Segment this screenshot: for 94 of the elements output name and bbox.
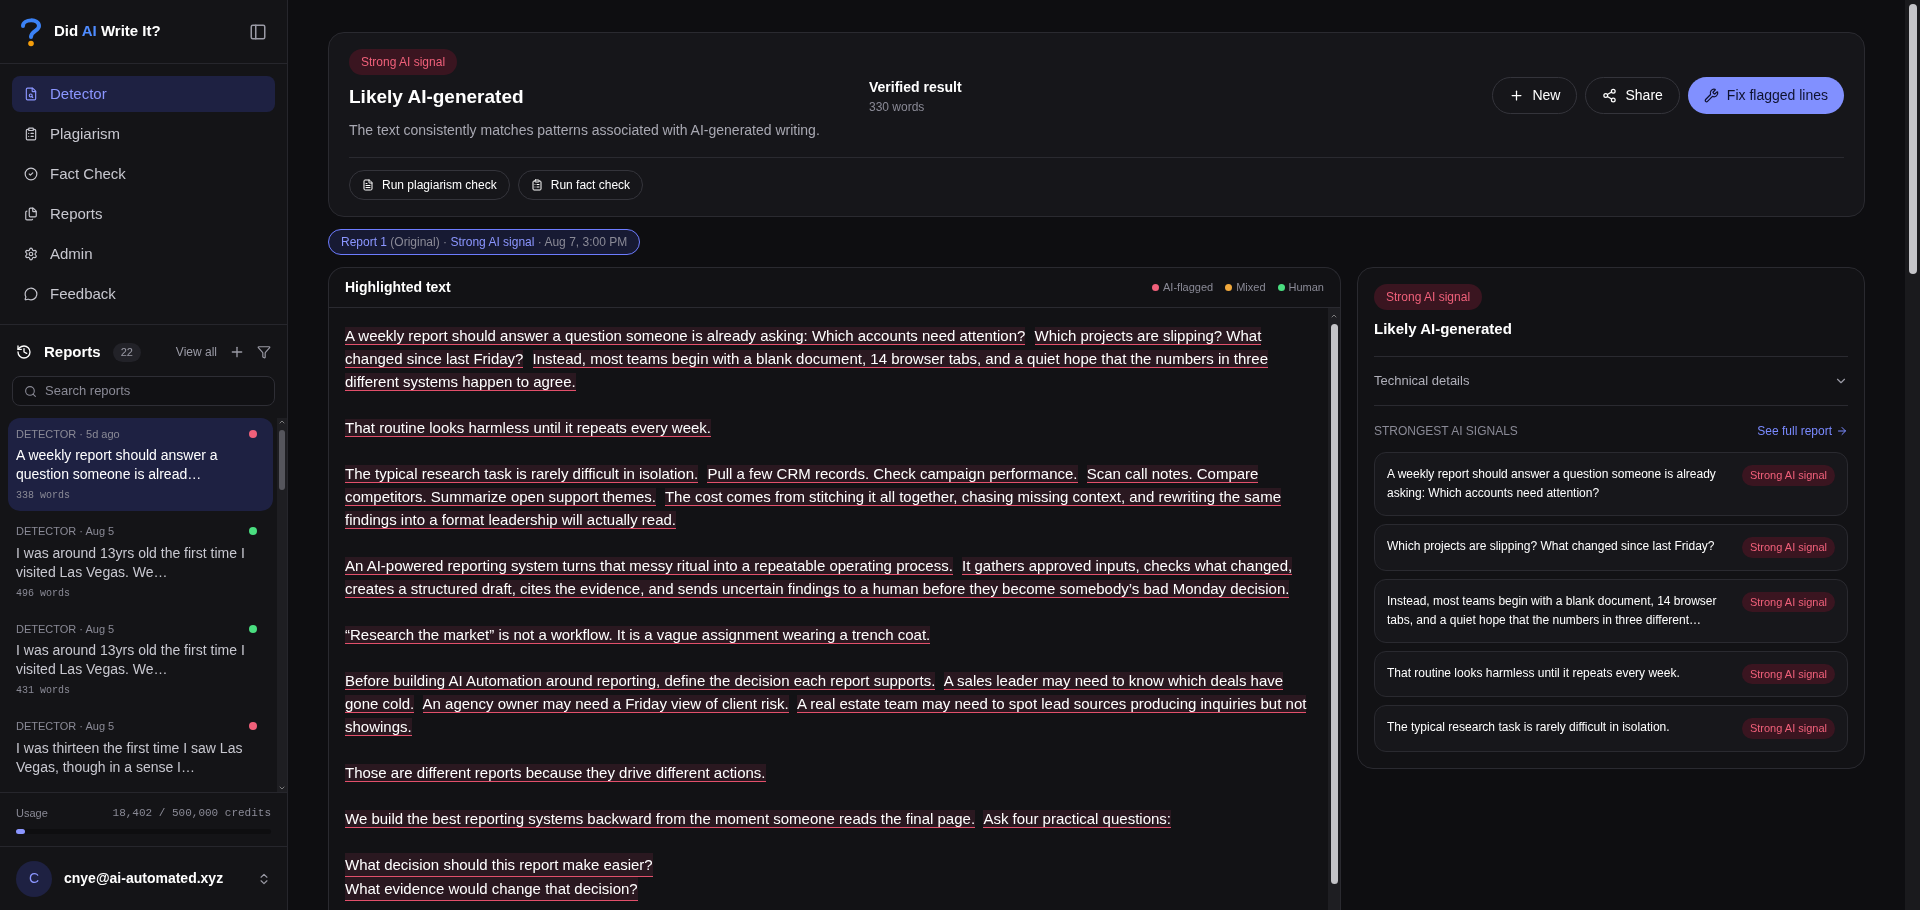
signal-text: The typical research task is rarely difficult in isolation.	[1387, 719, 1671, 736]
report-list-item[interactable]: DETECTOR · Aug 5 I was thirteen the first time I saw Las Vegas, though in a sense I…	[8, 710, 273, 785]
signal-text: Which projects are slipping? What changed since last Friday?	[1387, 538, 1716, 555]
highlighted-paragraph: An AI-powered reporting system turns that messy ritual into a repeatable operating process. It gathers approved inputs, checks what changed, creates a structured draft, cites the evidence, and sends uncertain findings to a human before they become somebody’s bad Monday decision.	[345, 555, 1294, 600]
signal-card[interactable]: Instead, most teams begin with a blank document, 14 browser tabs, and a quiet hope that the numbers in three different… Strong AI signal	[1374, 578, 1848, 643]
verified-label: Verified result	[869, 78, 962, 97]
files-icon	[24, 207, 38, 221]
highlighted-paragraph: Those are different reports because they drive different actions.	[345, 762, 767, 784]
word-count: 338 words	[16, 489, 71, 503]
signal-card[interactable]: A weekly report should answer a question someone is already asking: Which accounts need attention? Strong AI signal	[1374, 452, 1848, 516]
chat-bubble-icon	[24, 287, 38, 301]
see-full-report-link[interactable]: See full report	[1757, 422, 1848, 440]
highlighted-paragraph: Before building AI Automation around reporting, define the decision each report supports. A sales leader may need to know which deals have gone cold. An agency owner may need a Friday view of client risk. A real estate team may need to spot lead sources producing inquiries but not showings.	[345, 670, 1308, 738]
result-description: The text consistently matches patterns associated with AI-generated writing.	[349, 120, 821, 140]
arrow-right-icon	[1836, 425, 1848, 437]
result-title: Likely AI-generated	[349, 85, 525, 109]
check-circle-icon	[24, 167, 38, 181]
nav-item[interactable]: Plagiarism	[12, 116, 275, 152]
signal-text: That routine looks harmless until it repeats every week.	[1387, 664, 1681, 682]
signal-badge: Strong AI signal	[1741, 537, 1835, 558]
filter-icon[interactable]	[257, 345, 271, 360]
signal-text: A weekly report should answer a question someone is already asking: Which accounts need attention?	[1387, 466, 1717, 502]
highlighted-paragraph: That routine looks harmless until it repeats every week.	[345, 417, 712, 439]
action-button[interactable]: Fix flagged lines	[1687, 77, 1844, 114]
highlighted-paragraph: We build the best reporting systems backward from the moment someone reads the final page. Ask four practical questions:	[345, 808, 1172, 830]
page-scrollbar[interactable]	[1905, 0, 1920, 910]
technical-details-toggle[interactable]: Technical details	[1374, 357, 1848, 405]
signal-badge: Strong AI signal	[1741, 663, 1835, 684]
user-email: cnye@ai-automated.xyz	[64, 869, 225, 888]
report-excerpt: A weekly report should answer a question someone is alread…	[16, 446, 219, 484]
plus-icon	[1509, 88, 1525, 103]
scrollbar[interactable]	[277, 417, 287, 792]
highlighted-paragraph: The typical research task is rarely difficult in isolation. Pull a few CRM records. Check campaign performance. Scan call notes. Compare competitors. Summarize open support themes. The cost comes from stitching it all together, chasing missing context, and rewriting the same findings into a format leadership will actually read.	[345, 463, 1283, 531]
history-icon	[16, 344, 32, 361]
sidebar-toggle-icon[interactable]	[249, 22, 267, 41]
report-excerpt: I was around 13yrs old the first time I visited Las Vegas. We…	[16, 641, 246, 679]
avatar: C	[16, 860, 52, 897]
highlighted-paragraph: A weekly report should answer a question someone is already asking: Which accounts need attention? Which projects are slipping? What changed since last Friday? Instead, most teams begin with a blank document, 14 browser tabs, and a quiet hope that the numbers in three different systems happen to agree.	[345, 325, 1270, 393]
word-count: 330 words	[869, 99, 926, 116]
scrollbar[interactable]	[1328, 307, 1340, 910]
legend-label: AI-flagged	[1163, 279, 1214, 295]
document-icon	[362, 178, 374, 191]
report-list-item[interactable]: DETECTOR · Aug 5 I was around 13yrs old the first time I visited Las Vegas. We… 431 words	[8, 612, 273, 706]
reports-heading: Reports	[44, 342, 101, 362]
report-excerpt: I was thirteen the first time I saw Las Vegas, though in a sense I…	[16, 738, 244, 777]
word-count: 431 words	[16, 684, 71, 698]
usage-reading: 18,402 / 500,000 credits	[112, 805, 271, 821]
legend-label: Mixed	[1236, 279, 1266, 295]
count-badge: 22	[112, 343, 141, 362]
signal-card[interactable]: The typical research task is rarely difficult in isolation. Strong AI signal	[1374, 705, 1848, 752]
view-all-link[interactable]: View all	[175, 343, 217, 362]
report-list-item[interactable]: DETECTOR · 5d ago A weekly report should answer a question someone is alread… 338 words	[8, 417, 273, 511]
report-excerpt: I was around 13yrs old the first time I visited Las Vegas. We…	[16, 543, 246, 582]
signal-badge: Strong AI signal	[1741, 591, 1835, 612]
highlighted-paragraph: “Research the market” is not a workflow. It is a vague assignment wearing a trench coat.	[345, 624, 932, 646]
report-meta: DETECTOR · Aug 5	[16, 524, 115, 539]
report-meta: DETECTOR · Aug 5	[16, 621, 115, 637]
signal-card[interactable]: Which projects are slipping? What changed since last Friday? Strong AI signal	[1374, 524, 1848, 571]
report-meta: DETECTOR · 5d ago	[16, 426, 120, 442]
scrollbar-thumb[interactable]	[279, 429, 285, 490]
section-heading: STRONGEST AI SIGNALS	[1374, 423, 1518, 440]
summary-title: Likely AI-generated	[1374, 318, 1513, 339]
nav-item[interactable]: Fact Check	[12, 156, 275, 192]
highlighted-sentence: What decision should this report make easier?	[345, 852, 653, 877]
signal-badge: Strong AI signal	[349, 49, 458, 75]
panel-title: Highlighted text	[345, 277, 451, 297]
scrollbar-thumb[interactable]	[1330, 323, 1338, 884]
legend-label: Human	[1288, 279, 1324, 295]
nav-item[interactable]: Feedback	[12, 276, 275, 312]
usage-label: Usage	[16, 805, 48, 821]
search-field[interactable]: Search reports	[12, 375, 275, 406]
signal-card[interactable]: That routine looks harmless until it repeats every week. Strong AI signal	[1374, 650, 1848, 697]
wrench-icon	[1703, 88, 1719, 103]
nav-item[interactable]: Admin	[12, 236, 275, 272]
highlighted-sentence: What evidence would change that decision?	[345, 876, 638, 901]
report-list-item[interactable]: DETECTOR · Aug 5 I was around 13yrs old the first time I visited Las Vegas. We… 496 words	[8, 515, 273, 609]
signal-badge: Strong AI signal	[1374, 283, 1483, 310]
signal-text: Instead, most teams begin with a blank document, 14 browser tabs, and a quiet hope that the numbers in three different…	[1387, 592, 1718, 629]
nav-item[interactable]: Detector	[12, 76, 275, 112]
report-meta: DETECTOR · Aug 5	[16, 719, 115, 734]
settings-icon	[24, 247, 38, 261]
word-count: 496 words	[16, 586, 71, 601]
clipboard-icon	[530, 178, 543, 191]
scrollbar-thumb[interactable]	[1908, 4, 1917, 274]
search-icon	[24, 384, 37, 398]
brand-name: Did AI Write It?	[54, 21, 161, 42]
logo-icon	[20, 16, 42, 47]
report-chip[interactable]: Report 1 (Original) · Strong AI signal · Aug 7, 3:00 PM	[328, 228, 641, 255]
signal-badge: Strong AI signal	[1741, 718, 1835, 739]
clipboard-icon	[24, 127, 38, 141]
signal-badge: Strong AI signal	[1741, 465, 1835, 486]
share-icon	[1602, 88, 1618, 103]
detector-icon	[24, 87, 38, 101]
nav-item[interactable]: Reports	[12, 196, 275, 232]
